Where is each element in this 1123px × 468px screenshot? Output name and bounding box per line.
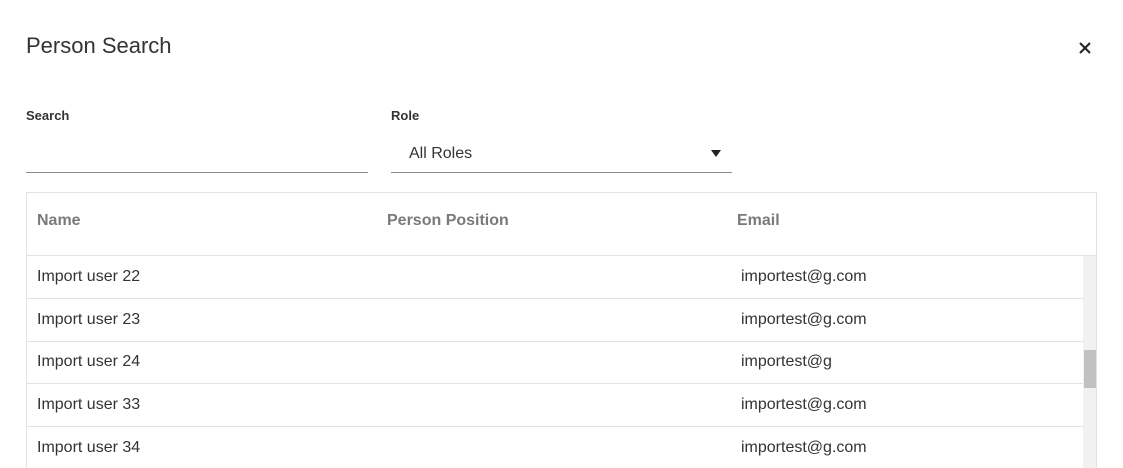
cell-email: importest@g.com (741, 268, 867, 285)
close-icon (1079, 42, 1091, 54)
cell-name: Import user 23 (37, 311, 141, 328)
table-header: Name Person Position Email (27, 193, 1096, 256)
search-input[interactable] (26, 134, 368, 173)
table-scrollbar[interactable] (1083, 256, 1096, 468)
table-body: Import user 22 importest@g.com Import us… (27, 256, 1083, 468)
table-row[interactable]: Import user 34 importest@g.com (27, 427, 1083, 468)
cell-name: Import user 24 (37, 353, 141, 370)
role-select[interactable]: All Roles (391, 134, 732, 173)
table-row[interactable]: Import user 22 importest@g.com (27, 256, 1083, 299)
cell-email: importest@g.com (741, 311, 867, 328)
cell-email: importest@g.com (741, 396, 867, 413)
cell-name: Import user 34 (37, 439, 141, 456)
role-label: Role (391, 108, 420, 123)
person-results-table: Name Person Position Email Import user 2… (26, 192, 1097, 468)
role-selected-value: All Roles (409, 145, 473, 162)
scrollbar-thumb[interactable] (1084, 350, 1096, 388)
cell-email: importest@g.com (741, 439, 867, 456)
column-header-email[interactable]: Email (737, 212, 780, 230)
close-button[interactable] (1072, 35, 1098, 61)
person-search-dialog: Person Search Search Role All Roles Name… (0, 0, 1123, 468)
cell-name: Import user 33 (37, 396, 141, 413)
caret-down-icon (711, 150, 721, 157)
dialog-title: Person Search (26, 33, 172, 58)
table-row[interactable]: Import user 23 importest@g.com (27, 299, 1083, 342)
cell-email: importest@g (741, 353, 832, 370)
search-label: Search (26, 108, 70, 123)
table-row[interactable]: Import user 33 importest@g.com (27, 384, 1083, 427)
table-row[interactable]: Import user 24 importest@g (27, 341, 1083, 384)
column-header-name[interactable]: Name (37, 212, 81, 230)
cell-name: Import user 22 (37, 268, 141, 285)
column-header-person-position[interactable]: Person Position (387, 212, 509, 230)
